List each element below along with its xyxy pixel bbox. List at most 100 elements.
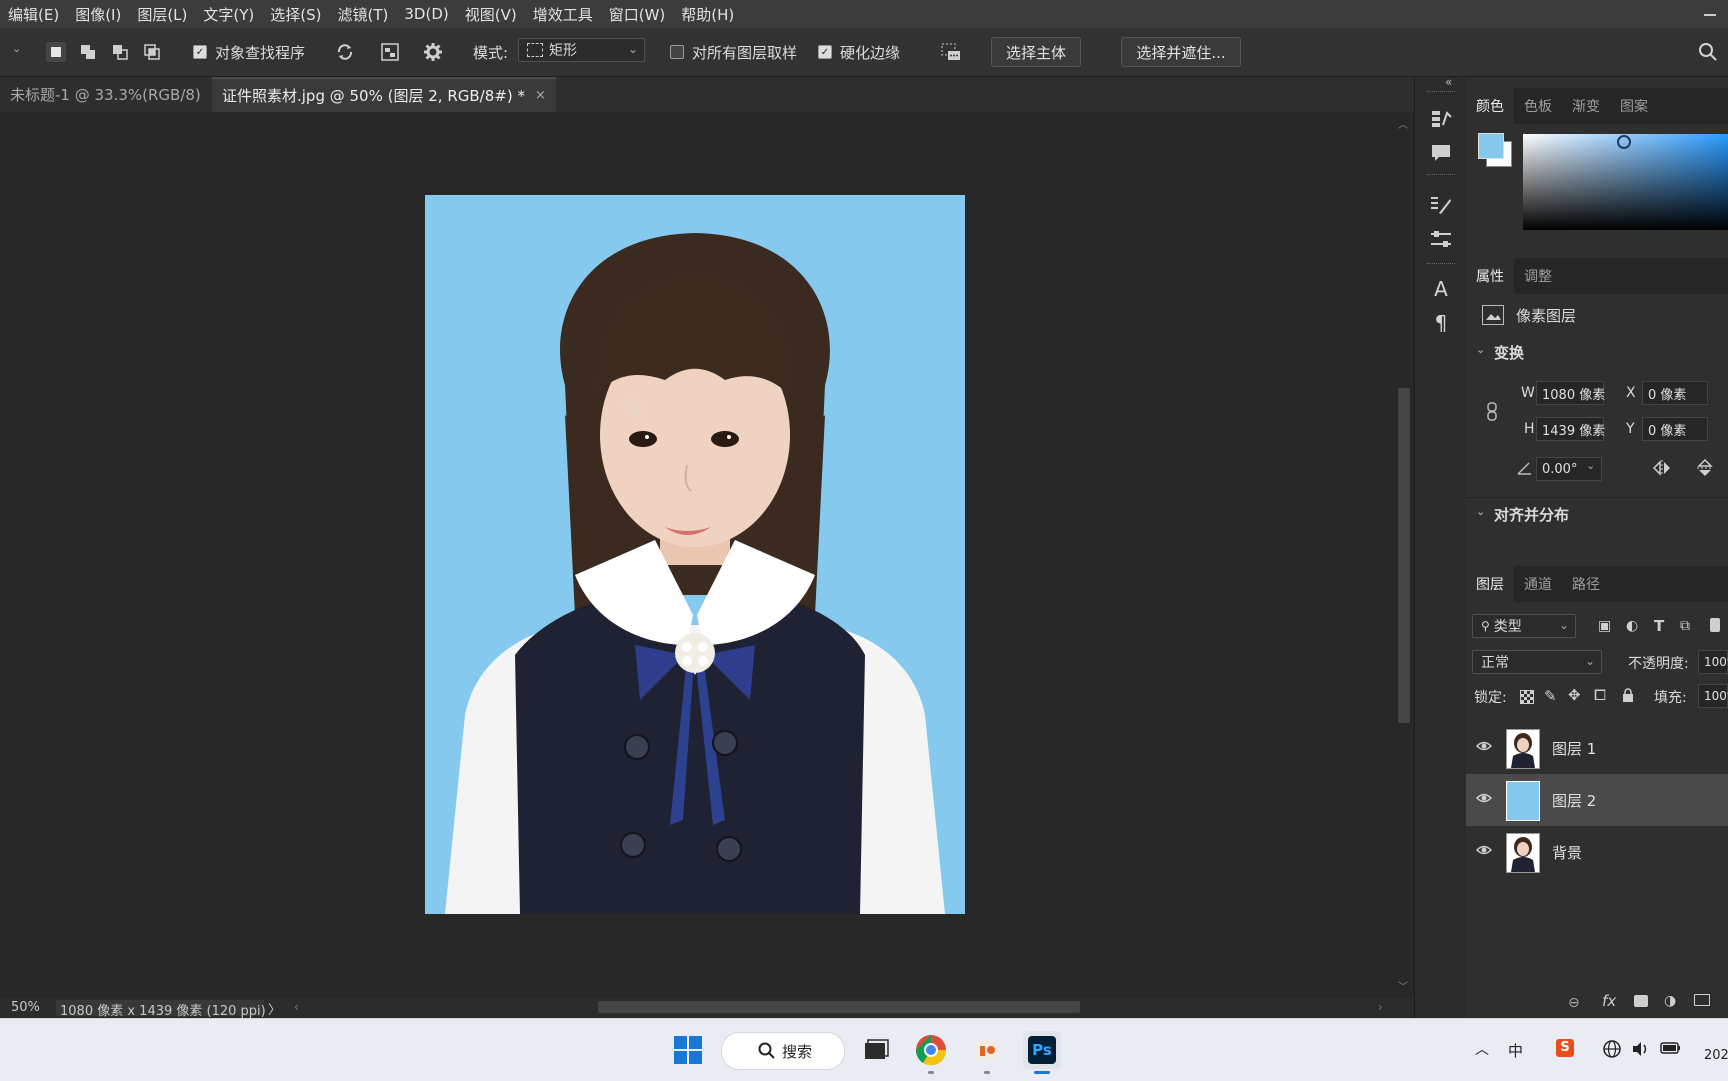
fx-icon[interactable]: fx bbox=[1602, 992, 1616, 1010]
lock-all-icon[interactable] bbox=[1622, 688, 1633, 702]
selection-comment-icon[interactable] bbox=[940, 42, 960, 62]
flip-vertical-icon[interactable] bbox=[1696, 458, 1714, 482]
chevron-down-icon[interactable]: ⌄ bbox=[1476, 505, 1485, 518]
menu-type[interactable]: 文字(Y) bbox=[195, 4, 262, 25]
new-selection-icon[interactable] bbox=[46, 42, 66, 62]
photoshop-taskbar-icon[interactable]: Ps bbox=[1023, 1031, 1061, 1069]
menu-edit[interactable]: 编辑(E) bbox=[0, 4, 67, 25]
filter-adjustment-icon[interactable]: ◐ bbox=[1626, 618, 1638, 634]
hard-edge-checkbox[interactable]: ✓ 硬化边缘 bbox=[818, 28, 900, 76]
clock-date[interactable]: 202 bbox=[1704, 1048, 1728, 1063]
character-icon[interactable]: A bbox=[1429, 277, 1453, 301]
scroll-left-icon[interactable]: ‹ bbox=[294, 1000, 299, 1014]
close-icon[interactable]: × bbox=[535, 88, 546, 103]
show-hidden-icons-chevron-icon[interactable]: ︿ bbox=[1475, 1039, 1489, 1059]
layer-filter-select[interactable]: ⚲ 类型 ⌄ bbox=[1472, 614, 1576, 638]
adjustment-layer-icon[interactable]: ◑ bbox=[1664, 993, 1676, 1009]
tab-gradients[interactable]: 渐变 bbox=[1562, 88, 1610, 124]
horizontal-scroll-thumb[interactable] bbox=[598, 1001, 1080, 1013]
sample-all-layers-checkbox[interactable]: 对所有图层取样 bbox=[670, 28, 797, 76]
menu-select[interactable]: 选择(S) bbox=[262, 4, 329, 25]
add-mask-icon[interactable] bbox=[1634, 995, 1648, 1007]
status-menu-arrow-icon[interactable]: 〉 bbox=[268, 999, 281, 1018]
subtract-selection-icon[interactable] bbox=[110, 42, 130, 62]
history-icon[interactable] bbox=[1429, 107, 1453, 131]
ime-indicator[interactable]: 中 bbox=[1508, 1040, 1523, 1061]
height-field[interactable]: 1439 像素 bbox=[1536, 417, 1605, 441]
volume-icon[interactable] bbox=[1630, 1039, 1650, 1063]
zoom-level[interactable]: 50% bbox=[11, 1000, 40, 1015]
width-field[interactable]: 1080 像素 bbox=[1536, 381, 1605, 405]
comments-icon[interactable] bbox=[1429, 141, 1453, 165]
windows-start-icon[interactable] bbox=[669, 1031, 707, 1069]
layer-row-2-selected[interactable]: 图层 2 bbox=[1466, 774, 1728, 826]
refresh-icon[interactable] bbox=[335, 42, 355, 62]
link-layers-icon[interactable]: ⊖ bbox=[1568, 995, 1580, 1011]
tab-channels[interactable]: 通道 bbox=[1514, 566, 1562, 602]
menu-3d[interactable]: 3D(D) bbox=[396, 5, 456, 23]
tab-patterns[interactable]: 图案 bbox=[1610, 88, 1658, 124]
collapse-arrows-icon[interactable]: « bbox=[1445, 75, 1452, 89]
document-image[interactable] bbox=[425, 195, 965, 914]
scroll-up-icon[interactable]: ︿ bbox=[1398, 116, 1408, 131]
battery-icon[interactable] bbox=[1660, 1040, 1682, 1060]
network-globe-icon[interactable] bbox=[1602, 1039, 1622, 1063]
scroll-down-icon[interactable]: ﹀ bbox=[1398, 978, 1408, 993]
menu-filter[interactable]: 滤镜(T) bbox=[330, 4, 397, 25]
vertical-scroll-thumb[interactable] bbox=[1398, 388, 1410, 723]
lock-transparency-icon[interactable] bbox=[1520, 690, 1534, 704]
chrome-icon[interactable] bbox=[912, 1031, 950, 1069]
x-field[interactable]: 0 像素 bbox=[1642, 381, 1708, 405]
object-finder-checkbox[interactable]: ✓ 对象查找程序 bbox=[193, 28, 305, 76]
chevron-down-icon[interactable]: ⌄ bbox=[1476, 343, 1485, 356]
tool-preset-chevron-icon[interactable]: ⌄ bbox=[12, 42, 21, 55]
sogou-input-icon[interactable]: S bbox=[1556, 1039, 1574, 1057]
tab-swatches[interactable]: 色板 bbox=[1514, 88, 1562, 124]
menu-view[interactable]: 视图(V) bbox=[457, 4, 525, 25]
new-group-folder-icon[interactable] bbox=[1694, 994, 1710, 1006]
select-subject-button[interactable]: 选择主体 bbox=[991, 37, 1081, 67]
paragraph-icon[interactable]: ¶ bbox=[1429, 311, 1453, 335]
fill-field[interactable]: 100% bbox=[1698, 684, 1728, 708]
filter-smart-object-icon[interactable] bbox=[1710, 618, 1720, 632]
filter-pixel-icon[interactable]: ▣ bbox=[1598, 618, 1611, 634]
visibility-eye-icon[interactable] bbox=[1476, 792, 1492, 804]
tab-paths[interactable]: 路径 bbox=[1562, 566, 1610, 602]
tab-color[interactable]: 颜色 bbox=[1466, 88, 1514, 124]
intersect-selection-icon[interactable] bbox=[142, 42, 162, 62]
tab-properties[interactable]: 属性 bbox=[1466, 258, 1514, 294]
tab-adjustments[interactable]: 调整 bbox=[1514, 258, 1562, 294]
scroll-right-icon[interactable]: › bbox=[1378, 1000, 1383, 1014]
mode-select[interactable]: 矩形 ⌄ bbox=[518, 38, 645, 62]
adjustments-sliders-icon[interactable] bbox=[1429, 227, 1453, 251]
tab-id-photo[interactable]: 证件照素材.jpg @ 50% (图层 2, RGB/8#) * × bbox=[212, 77, 556, 112]
task-view-icon[interactable] bbox=[856, 1031, 894, 1069]
gear-icon[interactable] bbox=[423, 42, 443, 62]
lock-pixels-brush-icon[interactable]: ✎ bbox=[1544, 687, 1557, 705]
visibility-eye-icon[interactable] bbox=[1476, 740, 1492, 752]
menu-help[interactable]: 帮助(H) bbox=[673, 4, 742, 25]
filter-shape-icon[interactable]: ⧉ bbox=[1680, 618, 1690, 634]
layer-row-1[interactable]: 图层 1 bbox=[1466, 722, 1728, 774]
lock-position-move-icon[interactable]: ✥ bbox=[1568, 686, 1581, 704]
transform-section-title[interactable]: 变换 bbox=[1494, 342, 1524, 363]
chevron-down-icon[interactable]: ⌄ bbox=[1586, 459, 1595, 472]
link-icon[interactable] bbox=[1486, 402, 1500, 422]
select-and-mask-button[interactable]: 选择并遮住... bbox=[1121, 37, 1241, 67]
lock-artboard-icon[interactable]: ⧠ bbox=[1594, 686, 1606, 704]
menu-plugins[interactable]: 增效工具 bbox=[525, 4, 601, 25]
blend-mode-select[interactable]: 正常 ⌄ bbox=[1472, 650, 1602, 674]
tab-layers[interactable]: 图层 bbox=[1466, 566, 1514, 602]
layer-row-background[interactable]: 背景 bbox=[1466, 826, 1728, 878]
menu-window[interactable]: 窗口(W) bbox=[601, 4, 674, 25]
filter-type-icon[interactable]: T bbox=[1654, 617, 1664, 635]
taskbar-search-box[interactable]: 搜索 bbox=[721, 1032, 845, 1070]
add-selection-icon[interactable] bbox=[78, 42, 98, 62]
app-icon[interactable] bbox=[968, 1031, 1006, 1069]
color-picker-handle[interactable] bbox=[1617, 135, 1631, 149]
visibility-eye-icon[interactable] bbox=[1476, 844, 1492, 856]
minimize-button[interactable] bbox=[1702, 4, 1718, 20]
show-objects-icon[interactable] bbox=[380, 42, 400, 62]
menu-layer[interactable]: 图层(L) bbox=[129, 4, 195, 25]
menu-image[interactable]: 图像(I) bbox=[67, 4, 129, 25]
